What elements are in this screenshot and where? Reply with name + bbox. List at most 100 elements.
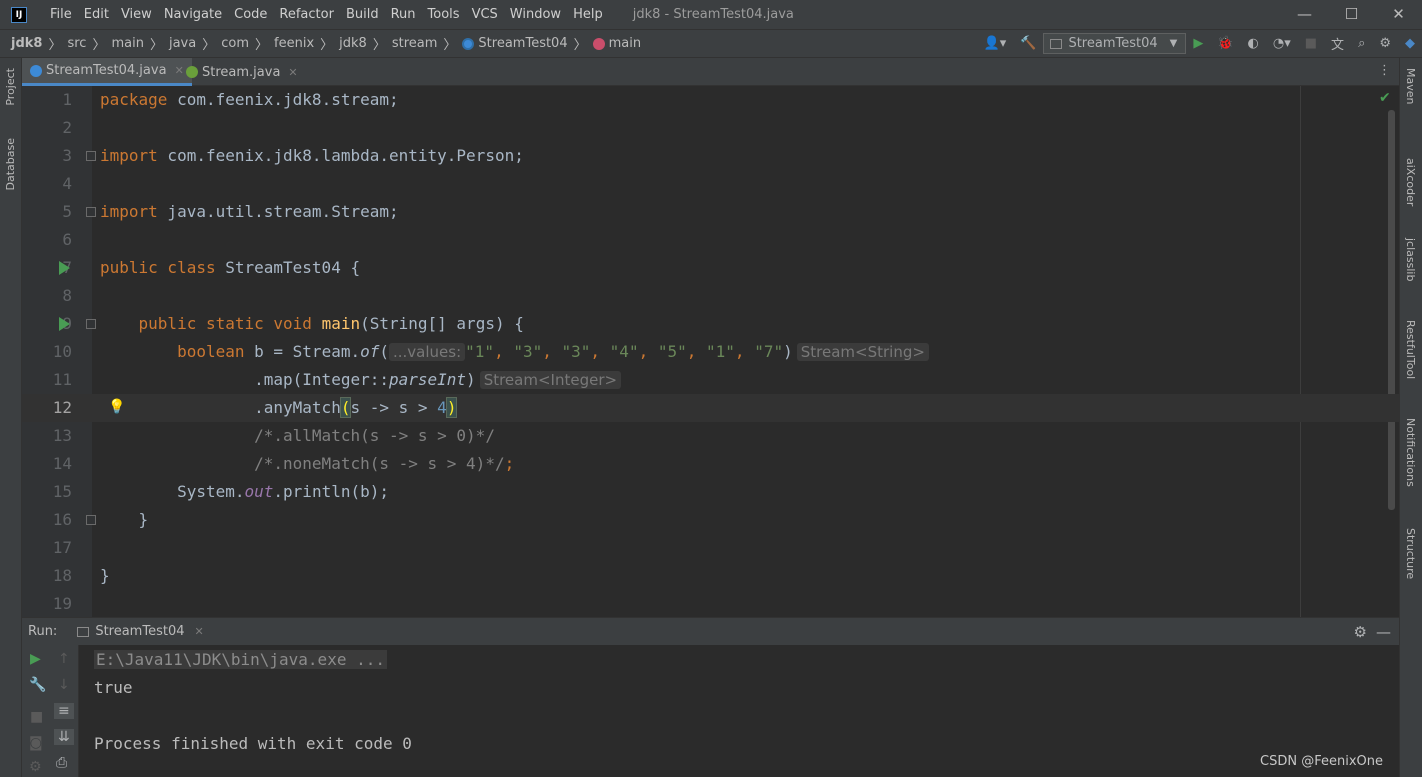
close-button[interactable]: ✕ — [1375, 0, 1422, 29]
arrow-up-icon[interactable]: ↑ — [58, 651, 70, 667]
crumb-java[interactable]: java — [169, 36, 196, 51]
chevron-right-icon: 〉 — [372, 38, 386, 53]
menu-view[interactable]: View — [115, 7, 158, 22]
chevron-right-icon: 〉 — [320, 38, 334, 53]
run-config-select[interactable]: StreamTest04 ▼ — [1043, 33, 1187, 54]
run-icon[interactable]: ▶ — [1193, 36, 1203, 51]
fold-icon[interactable] — [86, 151, 96, 161]
crumb-stream[interactable]: stream — [392, 36, 438, 51]
app-window-icon — [77, 626, 90, 637]
code-line: 4 — [22, 170, 1399, 198]
scroll-to-end-icon[interactable]: ⇊ — [54, 729, 74, 745]
notifications-tool-button[interactable]: Notifications — [1404, 418, 1417, 487]
coverage-icon[interactable]: ◐ — [1248, 36, 1259, 51]
breadcrumb: jdk8 〉 src 〉 main 〉 java 〉 com 〉 feenix 〉 jdk8… — [11, 34, 641, 53]
arrow-down-icon[interactable]: ↓ — [58, 677, 70, 693]
code-line: 17 — [22, 534, 1399, 562]
interface-icon — [186, 66, 198, 78]
line-number: 3 — [62, 146, 72, 165]
tab-streamtest04[interactable]: StreamTest04.java ✕ — [22, 58, 192, 86]
minimize-panel-icon[interactable]: — — [1376, 623, 1391, 641]
restfultool-tool-button[interactable]: RestfulTool — [1404, 320, 1417, 379]
code-editor[interactable]: ✔ 1 package com.feenix.jdk8.stream; 2 3 … — [22, 86, 1399, 617]
line-number: 19 — [52, 594, 72, 613]
chevron-right-icon: 〉 — [149, 38, 163, 53]
run-toolbar: ▶ ↑ 🔧 ↓ ■ ≡ ◙ ⇊ ⚙ ⎙ — [22, 645, 79, 777]
wrench-icon[interactable]: 🔧 — [29, 677, 46, 693]
menu-code[interactable]: Code — [228, 7, 273, 22]
project-tool-button[interactable]: Project — [4, 68, 17, 106]
menu-help[interactable]: Help — [567, 7, 609, 22]
build-hammer-icon[interactable]: 🔨 — [1020, 36, 1036, 51]
structure-tool-button[interactable]: Structure — [1404, 528, 1417, 579]
fold-icon[interactable] — [86, 515, 96, 525]
menu-tools[interactable]: Tools — [422, 7, 466, 22]
close-icon[interactable]: ✕ — [195, 625, 204, 638]
menu-file[interactable]: File — [44, 7, 78, 22]
code-text: .map(Integer::parseInt) Stream<Integer> — [100, 366, 622, 394]
line-number: 17 — [52, 538, 72, 557]
aixcoder-tool-button[interactable]: aiXcoder — [1404, 158, 1417, 206]
code-text: package com.feenix.jdk8.stream; — [100, 90, 399, 109]
crumb-jdk8-pkg[interactable]: jdk8 — [339, 36, 367, 51]
maximize-button[interactable]: ☐ — [1328, 0, 1375, 29]
jclasslib-tool-button[interactable]: jclasslib — [1404, 238, 1417, 281]
print-icon[interactable]: ⎙ — [56, 755, 67, 771]
menu-window[interactable]: Window — [504, 7, 567, 22]
crumb-jdk8[interactable]: jdk8 — [11, 36, 42, 51]
command-line[interactable]: E:\Java11\JDK\bin\java.exe ... — [94, 650, 387, 669]
stop-icon[interactable]: ■ — [1305, 36, 1317, 51]
crumb-main[interactable]: main — [111, 36, 143, 51]
debug-icon[interactable]: 🐞 — [1217, 36, 1233, 51]
stop-icon[interactable]: ■ — [30, 709, 43, 725]
crumb-method[interactable]: main — [609, 36, 641, 51]
gear-icon[interactable]: ⚙ — [1354, 623, 1367, 641]
run-gutter-icon[interactable] — [59, 317, 70, 331]
crumb-feenix[interactable]: feenix — [274, 36, 314, 51]
console-output[interactable]: E:\Java11\JDK\bin\java.exe ... true Proc… — [79, 645, 1399, 777]
more-options-icon[interactable]: ⋮ — [1378, 63, 1391, 78]
toolbar: 👤▾ 🔨 StreamTest04 ▼ ▶ 🐞 ◐ ◔▾ ■ 文 ⌕ ⚙ ◆ — [977, 30, 1422, 57]
rerun-icon[interactable]: ▶ — [30, 651, 41, 667]
maven-tool-button[interactable]: Maven — [1404, 68, 1417, 104]
translate-icon[interactable]: 文 — [1331, 34, 1344, 53]
toolbox-icon[interactable]: ◆ — [1405, 36, 1415, 51]
line-number: 15 — [52, 482, 72, 501]
class-icon — [462, 37, 475, 50]
chevron-right-icon: 〉 — [48, 38, 62, 53]
code-line: 16 } — [22, 506, 1399, 534]
user-icon[interactable]: 👤▾ — [984, 36, 1007, 51]
exit-message: Process finished with exit code 0 — [94, 734, 412, 753]
camera-icon[interactable]: ◙ — [29, 735, 43, 751]
tab-stream[interactable]: Stream.java ✕ — [178, 58, 306, 86]
code-text: /*.allMatch(s -> s > 0)*/ — [254, 426, 495, 445]
soft-wrap-icon[interactable]: ≡ — [54, 703, 74, 719]
close-icon[interactable]: ✕ — [288, 66, 297, 79]
crumb-class[interactable]: StreamTest04 — [478, 36, 567, 51]
code-line: 8 — [22, 282, 1399, 310]
run-gutter-icon[interactable] — [59, 261, 70, 275]
chevron-right-icon: 〉 — [573, 38, 587, 53]
menu-edit[interactable]: Edit — [78, 7, 115, 22]
run-tab[interactable]: StreamTest04 ✕ — [77, 624, 204, 639]
profile-icon[interactable]: ◔▾ — [1273, 36, 1291, 51]
crumb-com[interactable]: com — [221, 36, 249, 51]
menu-refactor[interactable]: Refactor — [273, 7, 340, 22]
database-tool-button[interactable]: Database — [4, 138, 17, 191]
gear-icon[interactable]: ⚙ — [1379, 36, 1391, 51]
line-number: 16 — [52, 510, 72, 529]
chevron-down-icon: ▼ — [1169, 38, 1178, 49]
minimize-button[interactable]: — — [1281, 0, 1328, 29]
menu-build[interactable]: Build — [340, 7, 385, 22]
crumb-src[interactable]: src — [67, 36, 86, 51]
search-icon[interactable]: ⌕ — [1358, 36, 1365, 51]
chevron-right-icon: 〉 — [202, 38, 216, 53]
code-line: 15 System.out.println(b); — [22, 478, 1399, 506]
menu-run[interactable]: Run — [385, 7, 422, 22]
menu-navigate[interactable]: Navigate — [158, 7, 228, 22]
settings-icon[interactable]: ⚙ — [29, 759, 42, 775]
fold-icon[interactable] — [86, 319, 96, 329]
fold-icon[interactable] — [86, 207, 96, 217]
code-line: 2 — [22, 114, 1399, 142]
menu-vcs[interactable]: VCS — [466, 7, 504, 22]
